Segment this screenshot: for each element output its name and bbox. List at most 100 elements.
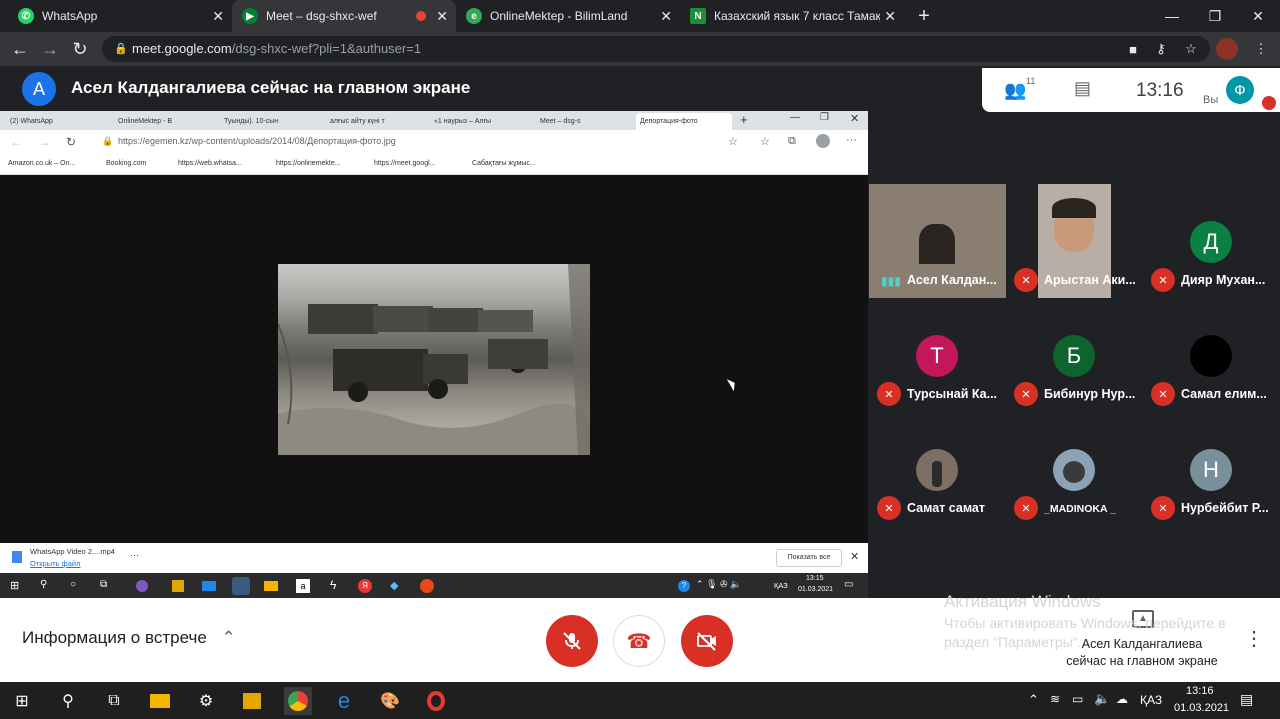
- participant-tile[interactable]: ✕ _MADINOKA _: [1006, 412, 1143, 526]
- participant-tile[interactable]: ▮▮▮ Асел Калдан...: [869, 184, 1006, 298]
- edge-icon[interactable]: e: [330, 687, 358, 715]
- shared-amazon-icon: a: [296, 579, 310, 593]
- close-tab-icon[interactable]: ✕: [884, 8, 896, 25]
- shared-taskview-icon: ⧉: [100, 579, 108, 590]
- shared-bookmark: Booking.com: [106, 160, 147, 167]
- tab-whatsapp[interactable]: ✆ WhatsApp ✕: [8, 0, 232, 32]
- key-icon[interactable]: ⚷: [1150, 38, 1172, 60]
- participant-tile[interactable]: Д ✕ Дияр Мухан...: [1143, 184, 1280, 298]
- meeting-info-label: Информация о встрече: [22, 628, 207, 647]
- star-icon[interactable]: ☆: [1180, 38, 1202, 60]
- menu-icon[interactable]: ⋮: [1250, 38, 1272, 60]
- search-icon[interactable]: ⚲: [54, 687, 82, 715]
- camera-icon[interactable]: ■: [1122, 38, 1144, 60]
- new-tab-button[interactable]: +: [904, 0, 944, 32]
- network-icon[interactable]: ≋: [1050, 692, 1060, 706]
- shared-search-icon: ⚲: [40, 579, 48, 590]
- tab-onlinemektep[interactable]: e OnlineMektep - BilimLand ✕: [456, 0, 680, 32]
- address-bar[interactable]: 🔒 meet.google.com/dsg-shxc-wef?pli=1&aut…: [102, 36, 1210, 62]
- chat-icon[interactable]: ▤: [1074, 78, 1091, 99]
- hang-up-icon: ☎: [626, 630, 652, 653]
- more-options-icon[interactable]: ⋮: [1244, 626, 1264, 651]
- settings-icon[interactable]: ⚙: [192, 687, 220, 715]
- store-icon[interactable]: [238, 687, 266, 715]
- shared-lightning-icon: ϟ: [330, 578, 337, 592]
- file-explorer-icon[interactable]: [146, 687, 174, 715]
- camera-toggle-button[interactable]: [681, 615, 733, 667]
- meet-top-right-panel: 👥 11 ▤ 13:16 Вы Ф: [982, 68, 1280, 112]
- volume-icon[interactable]: 🔈: [1094, 691, 1110, 707]
- tab-meet[interactable]: ▶ Meet – dsg-shxc-wef ✕: [232, 0, 456, 32]
- chrome-icon[interactable]: [284, 687, 312, 715]
- back-icon[interactable]: ←: [8, 37, 32, 61]
- start-icon[interactable]: ⊞: [8, 687, 36, 715]
- shared-app-icon: [136, 580, 148, 592]
- participant-name: Нурбейбит Р...: [1181, 501, 1269, 515]
- language-indicator[interactable]: ҚАЗ: [1140, 693, 1162, 707]
- shared-windows-taskbar: ⊞ ⚲ ○ ⧉ a ϟ Я ◆ ? ⌃ 🎙 ✇ 🔈 ҚАЗ 13:15 01.0…: [0, 573, 868, 600]
- tray-expand-icon[interactable]: ⌃: [1028, 692, 1039, 708]
- paint-icon[interactable]: 🎨: [376, 687, 404, 715]
- lock-icon: 🔒: [114, 43, 128, 55]
- muted-mic-icon: ✕: [1151, 268, 1175, 292]
- onlinemektep-icon: e: [466, 8, 482, 24]
- shared-dropbox-icon: ◆: [390, 580, 399, 592]
- tab-title: OnlineMektep - BilimLand: [490, 9, 628, 23]
- taskbar-date[interactable]: 01.03.2021: [1174, 702, 1229, 714]
- reload-icon[interactable]: ↻: [68, 37, 92, 61]
- shared-bookmark: https://web.whatsa...: [178, 160, 242, 167]
- leave-call-button[interactable]: ☎: [613, 615, 665, 667]
- battery-icon[interactable]: ▭: [1072, 692, 1083, 706]
- people-icon[interactable]: 👥: [1004, 80, 1026, 101]
- participant-avatar-photo: [916, 449, 958, 491]
- shared-help-icon: ?: [678, 580, 690, 592]
- forward-icon[interactable]: →: [38, 37, 62, 61]
- shared-bookmark: https://onlinemekte...: [276, 160, 341, 167]
- shared-reload-icon: ↻: [66, 135, 77, 149]
- self-avatar[interactable]: Ф: [1226, 76, 1254, 104]
- photo-illustration: [278, 264, 590, 455]
- shared-notification-icon: ▭: [844, 579, 854, 590]
- participant-avatar: [1190, 335, 1232, 377]
- close-tab-icon[interactable]: ✕: [660, 8, 672, 25]
- close-tab-icon[interactable]: ✕: [212, 8, 224, 25]
- app-tray-icon[interactable]: ☁: [1116, 692, 1128, 706]
- participant-tile[interactable]: ✕ Арыстан Аки...: [1006, 184, 1143, 298]
- deportation-photo: [278, 264, 590, 455]
- participant-tile[interactable]: Т ✕ Турсынай Ка...: [869, 298, 1006, 412]
- maximize-button[interactable]: ❐: [1193, 0, 1237, 32]
- tab-title: WhatsApp: [42, 9, 98, 23]
- participant-tile[interactable]: ✕ Самат самат: [869, 412, 1006, 526]
- shared-tab: OnlineMektep - B: [118, 118, 173, 125]
- notification-icon[interactable]: ▤: [1240, 691, 1253, 708]
- shared-tray-icons: ⌃ 🎙 ✇ 🔈: [696, 579, 742, 589]
- participant-count: 11: [1026, 76, 1036, 86]
- microphone-toggle-button[interactable]: [546, 615, 598, 667]
- taskbar-time[interactable]: 13:16: [1186, 685, 1214, 697]
- participant-tile[interactable]: Н ✕ Нурбейбит Р...: [1143, 412, 1280, 526]
- meeting-details-button[interactable]: Информация о встрече ⌃: [22, 628, 236, 648]
- tab-title: Meet – dsg-shxc-wef: [266, 9, 377, 23]
- camera-off-icon: [697, 632, 716, 651]
- shared-start-icon: ⊞: [10, 580, 20, 592]
- opera-icon[interactable]: [422, 687, 450, 715]
- shared-tab: Туынды). 10-сын: [224, 118, 279, 125]
- close-tab-icon[interactable]: ✕: [436, 8, 448, 25]
- close-window-button[interactable]: ✕: [1236, 0, 1280, 32]
- profile-avatar[interactable]: [1216, 38, 1238, 60]
- participant-name: Турсынай Ка...: [907, 387, 998, 401]
- download-bar: WhatsApp Video 2....mp4 Открыть файл ···…: [0, 543, 868, 573]
- tab-kazakh-language[interactable]: N Казахский язык 7 класс Тамақта ✕: [680, 0, 904, 32]
- participant-tile[interactable]: Б ✕ Бибинур Нур...: [1006, 298, 1143, 412]
- participant-name: Самат самат: [907, 501, 985, 515]
- chevron-up-icon: ⌃: [221, 628, 236, 647]
- windows-activation-text: Чтобы активировать Windows, перейдите в …: [944, 615, 1226, 650]
- shared-menu-icon: ···: [846, 134, 857, 146]
- minimize-button[interactable]: —: [1150, 0, 1194, 32]
- muted-mic-icon: ✕: [1014, 382, 1038, 406]
- presenter-banner: A Асел Калдангалиева сейчас на главном э…: [0, 66, 980, 112]
- participant-tile[interactable]: ✕ Самал елим...: [1143, 298, 1280, 412]
- tab-title: Казахский язык 7 класс Тамақта: [714, 9, 880, 23]
- task-view-icon[interactable]: ⧉: [100, 687, 128, 715]
- whatsapp-icon: ✆: [18, 8, 34, 24]
